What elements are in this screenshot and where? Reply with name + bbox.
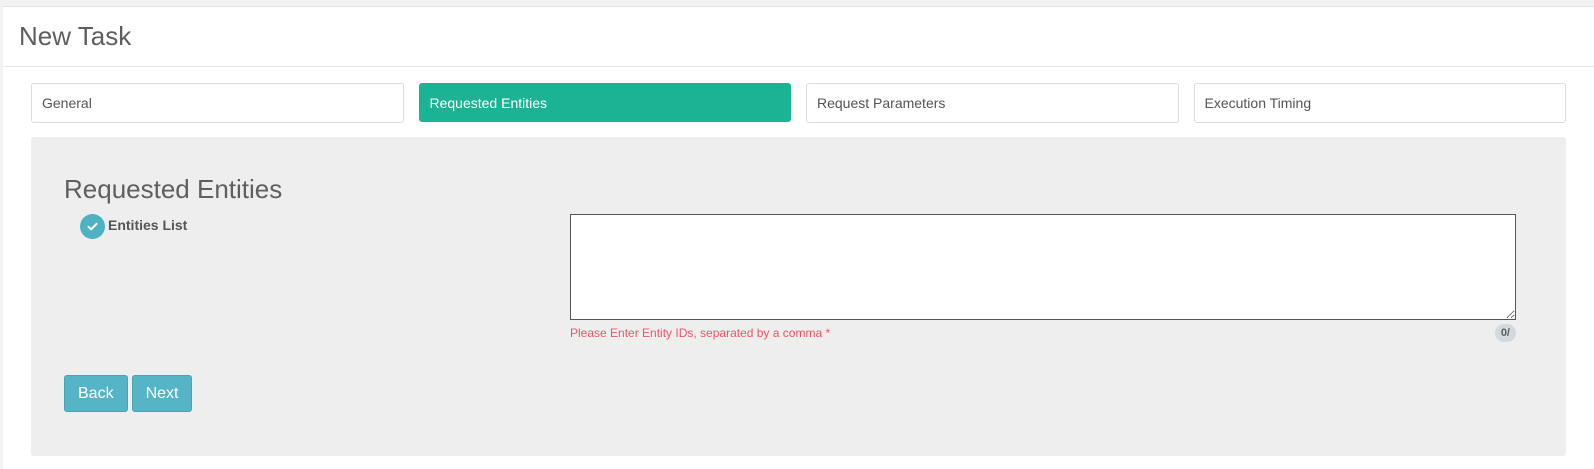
step-general[interactable]: General xyxy=(31,83,404,123)
hint-row: Please Enter Entity IDs, separated by a … xyxy=(570,324,1516,342)
check-circle-icon xyxy=(80,214,105,239)
entities-hint-text: Please Enter Entity IDs, separated by a … xyxy=(570,326,831,340)
entities-list-label-text: Entities List xyxy=(108,217,188,233)
wizard-steps: General Requested Entities Request Param… xyxy=(31,83,1566,123)
new-task-panel: New Task General Requested Entities Requ… xyxy=(3,6,1594,469)
character-counter-badge: 0/ xyxy=(1494,324,1516,342)
section-title: Requested Entities xyxy=(64,174,283,204)
step-execution-timing[interactable]: Execution Timing xyxy=(1193,83,1566,123)
page-title: New Task xyxy=(19,21,132,51)
entities-list-label: Entities List xyxy=(80,214,187,239)
panel-header: New Task xyxy=(3,7,1594,67)
back-button[interactable]: Back xyxy=(64,375,128,412)
step-request-parameters[interactable]: Request Parameters xyxy=(806,83,1179,123)
entities-list-field: Please Enter Entity IDs, separated by a … xyxy=(570,214,1516,342)
step-content: Requested Entities Entities List Please … xyxy=(31,137,1566,456)
next-button[interactable]: Next xyxy=(131,375,193,412)
wizard-buttons: Back Next xyxy=(64,375,193,412)
step-requested-entities[interactable]: Requested Entities xyxy=(418,83,791,122)
entities-list-textarea[interactable] xyxy=(570,214,1516,320)
